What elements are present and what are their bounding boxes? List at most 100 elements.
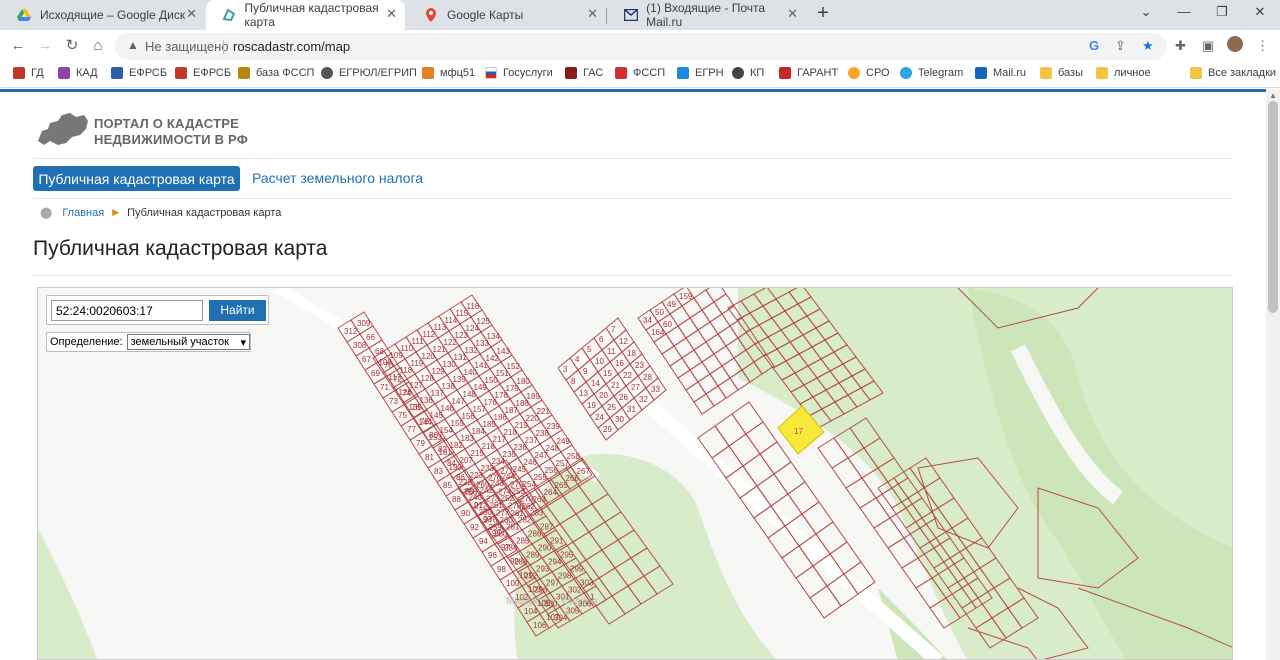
side-panel-icon[interactable]: ▣	[1202, 38, 1214, 54]
cadastral-number-input[interactable]	[51, 300, 203, 321]
nav-cadastre-map[interactable]: Публичная кадастровая карта	[33, 166, 240, 191]
parcel-number: 24	[595, 413, 604, 422]
home-icon[interactable]: ⌂	[88, 36, 108, 56]
definition-select[interactable]: земельный участок ▾	[126, 334, 250, 350]
parcel-number: 291	[550, 537, 564, 546]
close-window-icon[interactable]: ✕	[1248, 4, 1272, 20]
tab-google-drive[interactable]: Исходящие – Google Диск ✕	[0, 0, 205, 30]
bookmark-item[interactable]: ЕГРН	[677, 67, 724, 79]
parcel-number: 83	[434, 467, 443, 476]
maximize-icon[interactable]: ❐	[1210, 4, 1234, 20]
parcel-number: 12	[619, 337, 628, 346]
tab-title: Google Карты	[447, 8, 524, 22]
google-lens-icon[interactable]: G	[1089, 38, 1099, 53]
close-tab-icon[interactable]: ✕	[386, 6, 397, 22]
page-scrollbar[interactable]: ▲	[1266, 89, 1280, 660]
breadcrumb-home[interactable]: Главная	[62, 207, 104, 219]
parcel-number: 6	[599, 335, 604, 344]
bookmark-item[interactable]: Госуслуги	[485, 67, 553, 79]
scrollbar-thumb[interactable]	[1268, 101, 1278, 313]
parcel-number: 32	[639, 395, 648, 404]
bookmark-icon	[422, 67, 434, 79]
parcel-number: 271	[500, 467, 514, 476]
url-text[interactable]: roscadastr.com/map	[233, 39, 350, 54]
avatar[interactable]	[1227, 36, 1243, 52]
parcel-number: 249	[557, 437, 571, 446]
tab-google-maps[interactable]: Google Карты ✕	[407, 0, 606, 30]
parcel-number: 134	[487, 332, 501, 341]
bookmark-item[interactable]: ГАС	[565, 67, 603, 79]
scroll-up-icon[interactable]: ▲	[1269, 91, 1277, 100]
parcel-number: 25	[607, 403, 616, 412]
parcel-number: 258	[567, 452, 581, 461]
tab-mail[interactable]: (1) Входящие - Почта Mail.ru ✕	[607, 0, 806, 30]
bookmark-item[interactable]: ЕГРЮЛ/ЕГРИП	[321, 67, 417, 79]
bookmark-folder[interactable]: личное	[1096, 67, 1151, 79]
parcel-number: 102	[515, 593, 529, 602]
parcel-number: 19	[587, 401, 596, 410]
bookmark-item[interactable]: мфц51	[422, 67, 475, 79]
reload-icon[interactable]: ↻	[62, 36, 82, 56]
new-tab-button[interactable]: +	[812, 3, 834, 25]
parcel-number: 7	[611, 325, 616, 334]
parcel-number: 180	[517, 377, 531, 386]
parcel-number: 106	[533, 621, 547, 630]
bookmark-item[interactable]: ЕФРСБ	[175, 67, 231, 79]
parcel-number: 1	[590, 593, 595, 602]
parcel-number: 79	[416, 439, 425, 448]
parcel-number: 239	[547, 422, 561, 431]
parcel-number: 75	[398, 411, 407, 420]
address-bar[interactable]: ▲ Не защищено roscadastr.com/map G ⇪ ★	[115, 33, 1167, 60]
bookmark-icon	[175, 67, 187, 79]
bookmark-item[interactable]: Telegram	[900, 67, 963, 79]
telegram-icon	[900, 67, 912, 79]
parcel-number: 27	[631, 383, 640, 392]
bookmark-item[interactable]: Mail.ru	[975, 67, 1026, 79]
close-tab-icon[interactable]: ✕	[587, 6, 598, 22]
parcel-number: 221	[537, 407, 551, 416]
bookmark-item[interactable]: КАД	[58, 67, 98, 79]
bookmark-icon	[779, 67, 791, 79]
parcel-number: 68	[375, 347, 384, 356]
close-tab-icon[interactable]: ✕	[787, 6, 798, 22]
bookmark-item[interactable]: СРО	[848, 67, 890, 79]
find-button[interactable]: Найти	[209, 300, 266, 321]
parcel-number: 295	[560, 551, 574, 560]
bookmark-item[interactable]: база ФССП	[238, 67, 314, 79]
bookmark-item[interactable]: ФССП	[615, 67, 665, 79]
bookmark-star-icon[interactable]: ★	[1142, 38, 1154, 54]
tab-cadastre-map[interactable]: Публичная кадастровая карта ✕	[206, 0, 405, 30]
close-tab-icon[interactable]: ✕	[186, 6, 197, 22]
parcel-number: 303	[580, 579, 594, 588]
tab-search-icon[interactable]: ⌄	[1134, 4, 1158, 20]
parcel-number: 20	[599, 391, 608, 400]
parcel-number: 143	[497, 347, 511, 356]
nav-land-tax[interactable]: Расчет земельного налога	[252, 170, 423, 186]
site-logo-text[interactable]: ПОРТАЛ О КАДАСТРЕ НЕДВИЖИМОСТИ В РФ	[94, 116, 248, 148]
extensions-icon[interactable]: ✚	[1175, 38, 1186, 54]
bookmark-item[interactable]: ЕФРСБ	[111, 67, 167, 79]
bookmark-item[interactable]: КП	[732, 67, 764, 79]
back-icon[interactable]: ←	[8, 36, 28, 56]
bookmark-icon	[677, 67, 689, 79]
forward-icon[interactable]: →	[35, 36, 55, 56]
bookmark-folder[interactable]: Все закладки	[1190, 67, 1276, 79]
parcel-number: 31	[627, 405, 636, 414]
parcel-number: 69	[371, 369, 380, 378]
parcel-number: 30	[615, 415, 624, 424]
bookmark-item[interactable]: ГАРАНТ	[779, 67, 838, 79]
tab-title: Публичная кадастровая карта	[244, 1, 379, 29]
tab-title: (1) Входящие - Почта Mail.ru	[646, 1, 766, 29]
parcel-number: 5	[587, 345, 592, 354]
warning-icon[interactable]: ▲	[127, 38, 139, 52]
share-icon[interactable]: ⇪	[1115, 38, 1126, 54]
parcel-number: 11	[607, 347, 616, 356]
bookmark-item[interactable]: ГД	[13, 67, 44, 79]
breadcrumb: ⬤ Главная ▶ Публичная кадастровая карта	[40, 206, 281, 220]
parcel-number: 13	[579, 389, 588, 398]
menu-icon[interactable]: ⋮	[1256, 38, 1269, 54]
cadastral-map[interactable]: 17 Мишуков ч. Сидоро 312 309 308 66 67 68 69 70…	[37, 287, 1233, 660]
parcel-number: 125	[477, 317, 491, 326]
bookmark-folder[interactable]: базы	[1040, 67, 1083, 79]
minimize-icon[interactable]: —	[1172, 4, 1196, 19]
